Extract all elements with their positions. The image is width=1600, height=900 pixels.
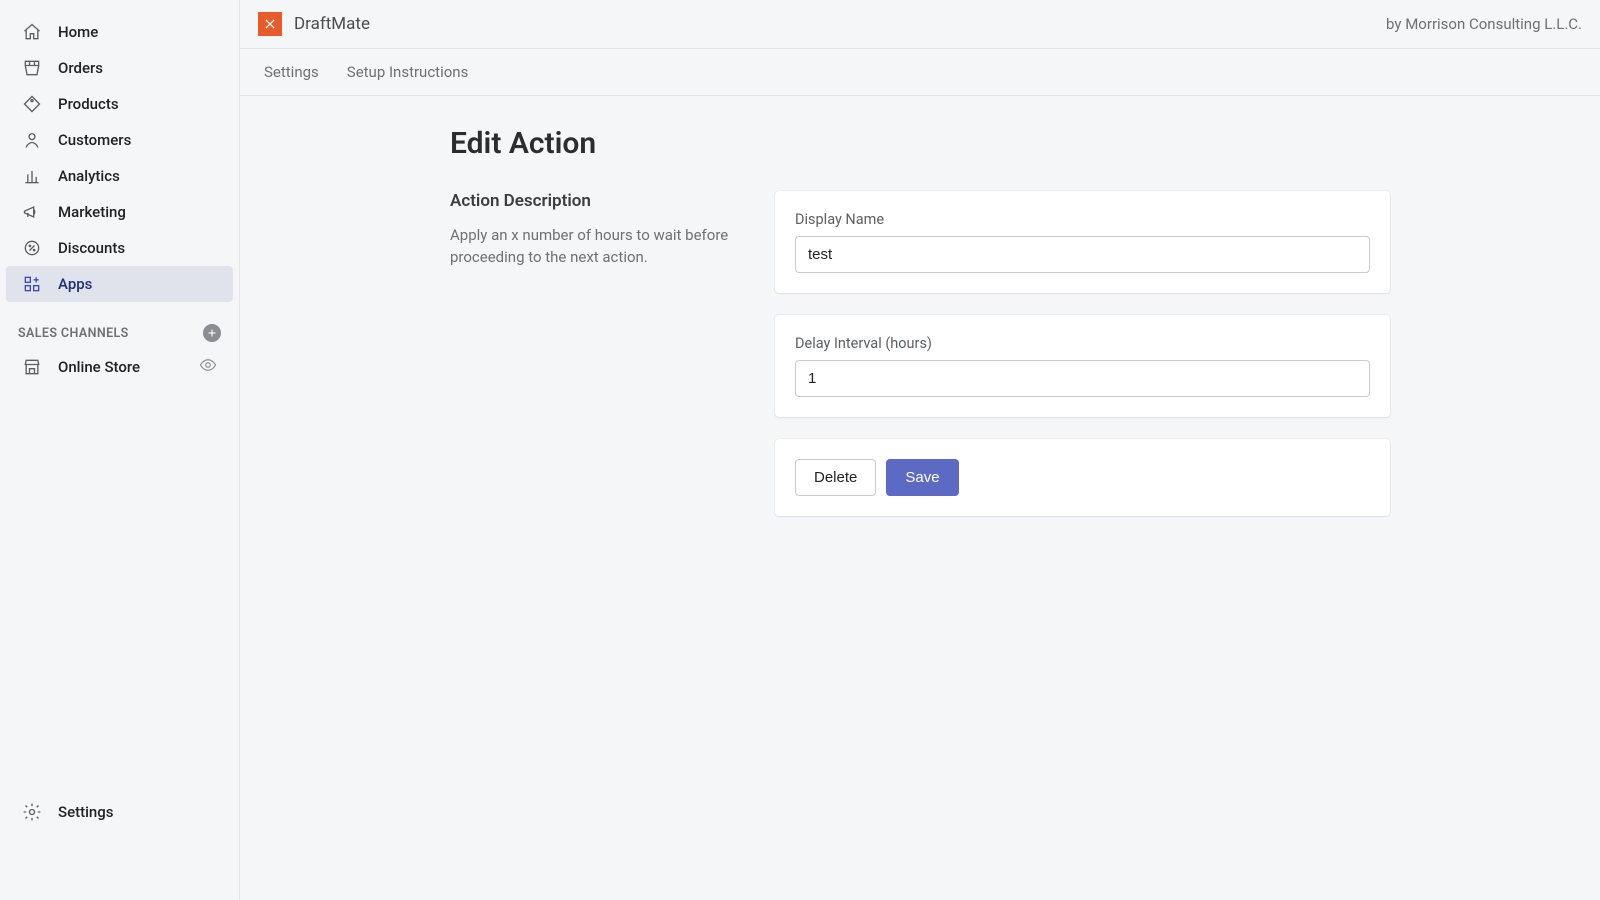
annotation-body: Apply an x number of hours to wait befor… (450, 225, 735, 269)
discount-icon (22, 238, 42, 258)
store-icon (22, 357, 42, 377)
page-title: Edit Action (450, 126, 1390, 161)
tag-icon (22, 94, 42, 114)
app-name: DraftMate (294, 14, 370, 34)
sidebar-item-label: Discounts (58, 239, 125, 257)
app-logo-icon (258, 12, 282, 36)
sidebar-item-label: Apps (58, 275, 92, 293)
megaphone-icon (22, 202, 42, 222)
orders-icon (22, 58, 42, 78)
view-store-button[interactable] (199, 356, 217, 378)
sales-channels-heading: SALES CHANNELS (0, 302, 239, 348)
delay-interval-card: Delay Interval (hours) (775, 315, 1390, 417)
sidebar-item-settings[interactable]: Settings (6, 794, 233, 830)
sidebar-item-home[interactable]: Home (6, 14, 233, 50)
tab-setup-instructions[interactable]: Setup Instructions (347, 63, 469, 81)
sidebar-item-discounts[interactable]: Discounts (6, 230, 233, 266)
sidebar-item-products[interactable]: Products (6, 86, 233, 122)
tab-settings[interactable]: Settings (264, 63, 319, 81)
sidebar-item-online-store[interactable]: Online Store (6, 348, 233, 386)
sidebar-item-orders[interactable]: Orders (6, 50, 233, 86)
actions-card: Delete Save (775, 439, 1390, 516)
main-area: DraftMate by Morrison Consulting L.L.C. … (240, 0, 1600, 900)
sidebar-item-apps[interactable]: Apps (6, 266, 233, 302)
sidebar-item-label: Marketing (58, 203, 126, 221)
sidebar: Home Orders Products Customers (0, 0, 240, 900)
save-button[interactable]: Save (886, 459, 958, 496)
app-brand: DraftMate (258, 12, 370, 36)
sidebar-item-customers[interactable]: Customers (6, 122, 233, 158)
annotation-heading: Action Description (450, 191, 735, 211)
section-annotation: Action Description Apply an x number of … (450, 191, 735, 269)
sales-channels-label: SALES CHANNELS (18, 326, 129, 341)
app-byline: by Morrison Consulting L.L.C. (1386, 15, 1582, 33)
person-icon (22, 130, 42, 150)
delete-button[interactable]: Delete (795, 459, 876, 496)
sidebar-item-label: Customers (58, 131, 131, 149)
home-icon (22, 22, 42, 42)
topbar: DraftMate by Morrison Consulting L.L.C. (240, 0, 1600, 49)
display-name-input[interactable] (795, 236, 1370, 273)
content: Edit Action Action Description Apply an … (240, 96, 1600, 578)
tabs: Settings Setup Instructions (240, 49, 1600, 96)
display-name-label: Display Name (795, 211, 1370, 228)
display-name-card: Display Name (775, 191, 1390, 293)
main-nav: Home Orders Products Customers (0, 14, 239, 302)
sidebar-item-label: Analytics (58, 167, 120, 185)
gear-icon (22, 802, 42, 822)
sidebar-item-label: Orders (58, 59, 103, 77)
sidebar-item-label: Online Store (58, 358, 140, 376)
sidebar-item-label: Products (58, 95, 119, 113)
apps-icon (22, 274, 42, 294)
sidebar-item-label: Settings (58, 803, 114, 821)
delay-interval-label: Delay Interval (hours) (795, 335, 1370, 352)
sidebar-item-marketing[interactable]: Marketing (6, 194, 233, 230)
sidebar-item-analytics[interactable]: Analytics (6, 158, 233, 194)
delay-interval-input[interactable] (795, 360, 1370, 397)
sidebar-item-label: Home (58, 23, 98, 41)
analytics-icon (22, 166, 42, 186)
add-channel-button[interactable] (203, 324, 221, 342)
